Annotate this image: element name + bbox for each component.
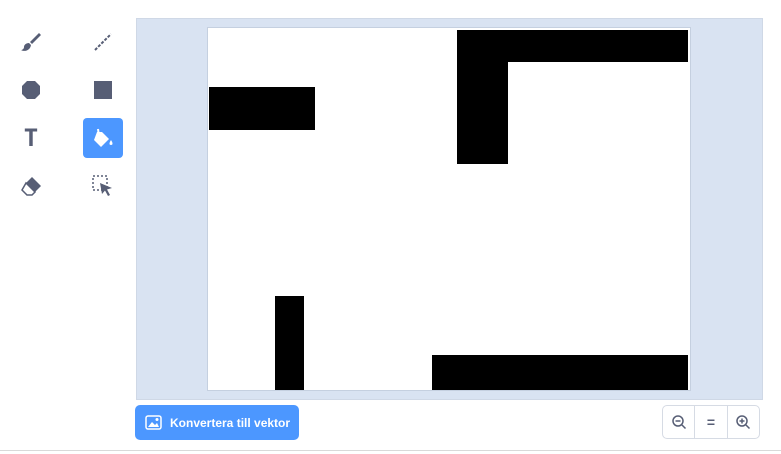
tool-text[interactable]: T [11,118,51,158]
zoom-reset-label: = [706,414,716,430]
brush-icon [21,33,41,51]
zoom-out-button[interactable] [663,406,696,438]
zoom-reset-button[interactable]: = [695,406,728,438]
circle-icon [22,81,40,99]
convert-button-label: Konvertera till vektor [170,415,291,430]
black-shape [457,30,508,164]
rectangle-icon [94,81,112,99]
tool-circle[interactable] [11,70,51,110]
select-icon [92,175,112,196]
zoom-in-button[interactable] [728,406,759,438]
zoom-controls: = [662,405,760,439]
eraser-icon [21,177,41,196]
tool-line[interactable] [83,22,123,62]
black-shape [275,296,304,390]
zoom-out-icon [671,415,686,430]
tool-brush[interactable] [11,22,51,62]
tool-select[interactable] [83,166,123,206]
black-shape [432,355,688,390]
image-icon [145,415,162,430]
bottom-divider [0,450,781,451]
text-icon: T [23,124,39,152]
tool-rectangle[interactable] [83,70,123,110]
tool-eraser[interactable] [11,166,51,206]
convert-to-vector-button[interactable]: Konvertera till vektor [135,405,299,440]
line-icon [94,33,112,51]
fill-bucket-icon [94,128,113,147]
paint-canvas[interactable] [207,27,691,391]
tool-fill[interactable] [83,118,123,158]
black-shape [209,87,315,130]
zoom-in-icon [736,415,751,430]
